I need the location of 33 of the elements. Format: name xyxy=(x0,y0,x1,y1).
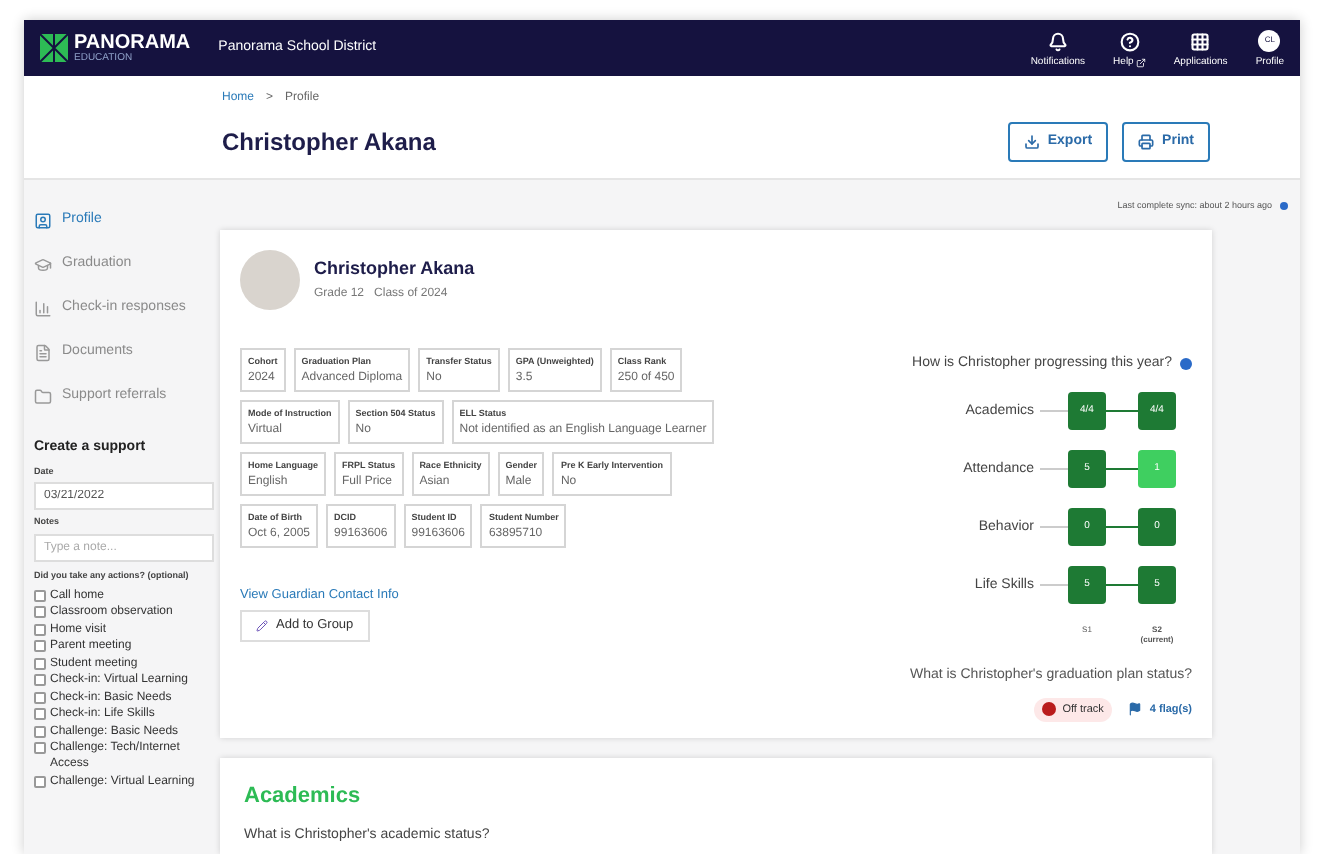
flag-icon xyxy=(1127,702,1142,717)
page-title: Christopher Akana xyxy=(222,126,436,160)
checkbox[interactable] xyxy=(34,606,46,619)
checkbox[interactable] xyxy=(34,708,46,721)
logo-icon xyxy=(40,34,68,62)
graduation-cap-icon xyxy=(34,256,52,274)
bar-chart-icon xyxy=(34,300,52,318)
folder-icon xyxy=(34,388,52,406)
help-icon xyxy=(1119,31,1140,51)
help-icon[interactable] xyxy=(1180,358,1192,370)
checkbox[interactable] xyxy=(34,589,46,602)
student-name: Christopher Akana xyxy=(314,255,475,282)
checkbox[interactable] xyxy=(34,657,46,670)
info-icon xyxy=(1280,202,1288,211)
download-icon xyxy=(1023,134,1040,150)
section-title: Academics xyxy=(244,781,363,812)
grid-icon xyxy=(1190,31,1211,51)
document-icon xyxy=(34,344,52,362)
bell-icon xyxy=(1047,31,1068,51)
checkbox[interactable] xyxy=(34,742,46,755)
checkbox[interactable] xyxy=(34,640,46,653)
checkbox[interactable] xyxy=(34,775,46,788)
avatar-silhouette xyxy=(240,249,300,310)
checkbox[interactable] xyxy=(34,674,46,687)
checkbox[interactable] xyxy=(34,623,46,636)
checkbox[interactable] xyxy=(34,691,46,704)
printer-icon xyxy=(1138,134,1155,150)
logo-wordmark: PANORAMA xyxy=(74,33,191,53)
alert-icon xyxy=(1042,702,1057,717)
checkbox[interactable] xyxy=(34,725,46,738)
external-link-icon xyxy=(1135,57,1146,67)
profile-icon xyxy=(34,212,52,230)
pencil-icon xyxy=(256,619,268,631)
